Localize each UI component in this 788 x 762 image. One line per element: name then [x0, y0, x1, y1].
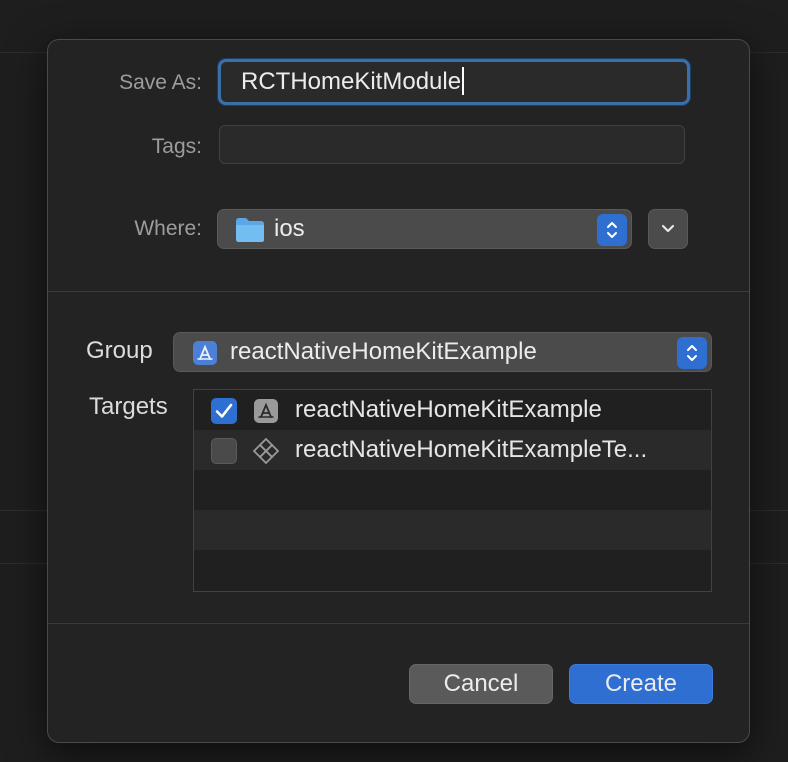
empty-row [194, 470, 711, 510]
save-as-label: Save As: [119, 71, 202, 94]
target-checkbox-checked[interactable] [211, 398, 237, 424]
where-stepper [597, 214, 627, 246]
checkmark-icon [215, 403, 233, 418]
save-sheet: Save As: RCTHomeKitModule Tags: Where: i… [47, 39, 750, 743]
target-checkbox-unchecked[interactable] [211, 438, 237, 464]
folder-icon [235, 217, 265, 248]
cancel-button[interactable]: Cancel [409, 664, 553, 704]
expand-browser-button[interactable] [648, 209, 688, 249]
tags-input[interactable] [219, 125, 685, 164]
test-target-icon [252, 437, 280, 469]
group-value: reactNativeHomeKitExample [230, 338, 537, 365]
where-value: ios [274, 215, 305, 242]
text-caret [462, 66, 465, 95]
file-name-input[interactable]: RCTHomeKitModule [218, 59, 690, 105]
app-target-icon [192, 340, 218, 371]
group-popup[interactable]: reactNativeHomeKitExample [173, 332, 712, 372]
empty-row [194, 550, 711, 590]
app-target-icon [253, 398, 279, 429]
section-divider [48, 623, 749, 624]
file-name-value: RCTHomeKitModule [241, 68, 462, 95]
create-button[interactable]: Create [569, 664, 713, 704]
targets-label: Targets [89, 393, 168, 420]
group-label: Group [86, 337, 153, 364]
target-label: reactNativeHomeKitExample [295, 396, 602, 423]
section-divider [48, 291, 749, 292]
empty-row [194, 510, 711, 550]
up-down-chevron-icon [687, 345, 697, 361]
targets-list: reactNativeHomeKitExample reactNativeHom… [193, 389, 712, 592]
tags-label: Tags: [151, 135, 202, 158]
where-popup[interactable]: ios [217, 209, 632, 249]
target-row[interactable]: reactNativeHomeKitExampleTe... [194, 430, 711, 470]
group-stepper [677, 337, 707, 369]
up-down-chevron-icon [607, 222, 617, 238]
target-label: reactNativeHomeKitExampleTe... [295, 436, 648, 463]
target-row[interactable]: reactNativeHomeKitExample [194, 390, 711, 430]
where-label: Where: [134, 217, 202, 240]
chevron-down-icon [661, 224, 675, 233]
